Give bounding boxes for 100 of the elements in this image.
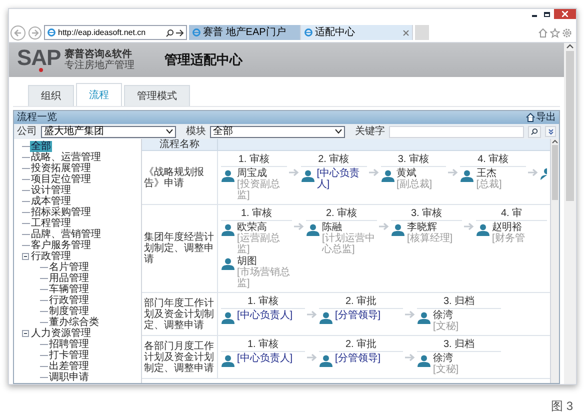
- tree-item[interactable]: 招聘管理: [48, 339, 90, 350]
- tree-item[interactable]: 调职申请: [48, 372, 90, 383]
- tree-item[interactable]: 招标采购管理: [30, 207, 92, 218]
- collapse-button[interactable]: [545, 126, 556, 137]
- scroll-up-icon[interactable]: [552, 139, 558, 144]
- module-select[interactable]: 全部: [210, 126, 345, 138]
- person-name: 王杰: [476, 168, 496, 179]
- person-name: 欧荣高: [237, 222, 268, 233]
- search-button[interactable]: [528, 126, 541, 138]
- arrow-right-icon: [307, 353, 317, 362]
- tree-item[interactable]: 打卡管理: [48, 350, 90, 361]
- arrow-right-icon: [288, 168, 299, 177]
- slogan-text: 专注房地产管理: [64, 60, 135, 71]
- close-button[interactable]: [554, 9, 576, 19]
- process-name: 集团年度经营计划制定、调整申请: [144, 232, 215, 265]
- role-text: [中心负责人]: [316, 168, 361, 190]
- person-icon: [221, 224, 235, 236]
- step-label: 1. 审核: [221, 339, 305, 352]
- role-text: [计划运营中心总监]: [322, 233, 376, 255]
- tree-item[interactable]: 用品管理: [48, 273, 90, 284]
- keyword-field[interactable]: [389, 126, 524, 138]
- star-icon[interactable]: [550, 28, 560, 38]
- address-bar[interactable]: http://eap.ideasoft.net.cn: [44, 25, 187, 40]
- scroll-up-icon[interactable]: [566, 43, 574, 49]
- step-label: 3. 审核: [391, 208, 462, 221]
- person-name: 胡图: [237, 256, 258, 267]
- person-name: 李晓辉: [407, 222, 438, 233]
- role-text: [市场营销总监]: [237, 267, 291, 289]
- person-name: 徐湾: [433, 310, 454, 321]
- step-label: 3. 审核: [380, 154, 446, 167]
- person-icon: [319, 355, 333, 367]
- tree-item[interactable]: 设计管理: [30, 185, 72, 196]
- tree-item[interactable]: 出差管理: [48, 361, 90, 372]
- tree-item[interactable]: 项目定位管理: [30, 174, 92, 185]
- close-icon: [562, 11, 568, 17]
- tree-item[interactable]: 董办综合类: [48, 317, 100, 328]
- tree-item[interactable]: 成本管理: [30, 196, 72, 207]
- search-icon[interactable]: [166, 28, 174, 36]
- browser-tab[interactable]: 赛普 地产EAP门户: [189, 25, 301, 40]
- browser-tab[interactable]: 适配中心: [301, 25, 413, 40]
- tree-item[interactable]: 人力资源管理: [30, 328, 92, 339]
- person-icon: [380, 170, 394, 182]
- house-icon: [526, 113, 535, 122]
- arrow-right-icon: [379, 222, 389, 231]
- role-text: [核算经理]: [407, 233, 453, 244]
- person-icon: [476, 224, 490, 236]
- step-label: 2. 审核: [306, 208, 377, 221]
- step-label: 3. 归档: [417, 339, 501, 352]
- process-name: 各部门月度工作计划及资金计划制定、调整申请: [144, 340, 215, 374]
- step-label: 1. 审核: [221, 296, 305, 309]
- close-tab-icon[interactable]: [403, 30, 409, 36]
- tree-item[interactable]: 投资拓展管理: [30, 163, 92, 174]
- tree-item[interactable]: 车辆管理: [48, 284, 90, 295]
- scrollbar[interactable]: [550, 139, 559, 383]
- person-icon: [391, 224, 405, 236]
- role-text: [投资副总监]: [237, 179, 281, 201]
- arrow-right-icon: [368, 168, 378, 177]
- tree-item[interactable]: 工程管理: [30, 218, 72, 229]
- tree-item[interactable]: 客户服务管理: [30, 240, 92, 251]
- logo-text: SAP: [17, 45, 61, 70]
- company-select[interactable]: 盛大地产集团: [41, 126, 176, 138]
- tree-item[interactable]: 行政管理: [48, 295, 90, 306]
- nav-tab[interactable]: 流程: [76, 83, 122, 106]
- person-icon: [306, 224, 320, 236]
- figure-caption: 图 3: [550, 398, 573, 415]
- home-icon[interactable]: [538, 28, 548, 38]
- chevron-down-icon: [166, 129, 173, 134]
- filter-label: 关键字: [355, 126, 385, 136]
- nav-tab[interactable]: 管理模式: [124, 85, 190, 106]
- tree-item[interactable]: 战略、运营管理: [30, 152, 102, 163]
- panel-title: 流程一览: [17, 112, 57, 122]
- person-name: 徐湾: [433, 353, 454, 364]
- tree-item[interactable]: 全部: [30, 141, 52, 152]
- tree-item[interactable]: 制度管理: [48, 306, 90, 317]
- tree-item[interactable]: 品牌、营销管理: [30, 229, 102, 240]
- chevron-down-icon: [335, 129, 342, 134]
- collapse-icon[interactable]: [22, 330, 29, 337]
- export-button[interactable]: 导出: [526, 112, 556, 122]
- settings-icon[interactable]: [562, 28, 572, 38]
- person-icon: [300, 170, 315, 182]
- role-text: [财务管: [492, 233, 525, 244]
- tree-item[interactable]: 名片管理: [48, 262, 90, 273]
- arrow-right-icon: [294, 222, 304, 231]
- process-name: 部门年度工作计划及资金计划制定、调整申请: [144, 298, 215, 330]
- globe-icon: [304, 28, 313, 37]
- go-arrow-icon[interactable]: [176, 28, 184, 36]
- scrollbar[interactable]: [564, 43, 576, 384]
- role-text: [文秘]: [433, 321, 459, 332]
- step-label: 2. 审批: [319, 339, 403, 352]
- app-title: 管理适配中心: [164, 51, 243, 70]
- nav-tab[interactable]: 组织: [28, 85, 74, 106]
- person-icon: [540, 168, 547, 180]
- step-label: 2. 审批: [319, 296, 403, 309]
- step-label: 4. 审: [476, 208, 547, 221]
- arrow-right-icon: [464, 222, 474, 231]
- role-text: [分管领导]: [335, 353, 381, 364]
- collapse-icon[interactable]: [22, 253, 29, 260]
- tree-item[interactable]: 行政管理: [30, 251, 72, 262]
- globe-icon: [192, 28, 201, 37]
- arrow-right-icon: [405, 310, 415, 319]
